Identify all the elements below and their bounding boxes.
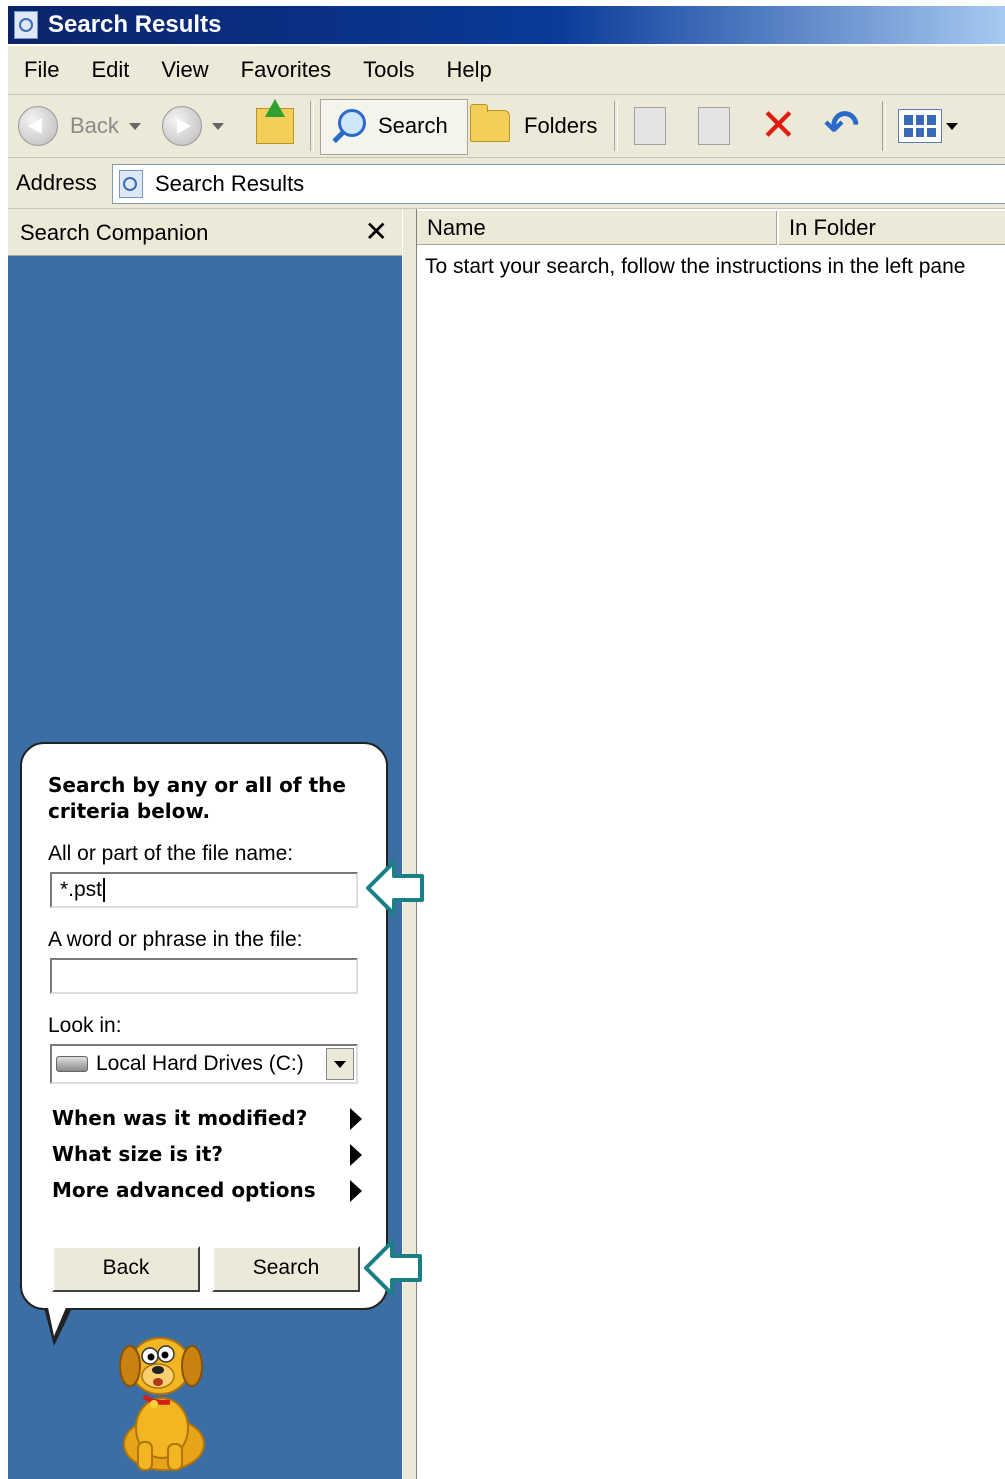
undo-icon: ↶ [824, 102, 860, 149]
search-companion-title: Search Companion [20, 220, 209, 245]
column-header-name[interactable]: Name [417, 211, 777, 245]
menu-view[interactable]: View [145, 57, 224, 83]
filename-label: All or part of the file name: [48, 842, 294, 865]
menu-bar: File Edit View Favorites Tools Help [8, 46, 1005, 95]
toolbar-separator [310, 101, 314, 151]
option-when-modified[interactable]: When was it modified? [52, 1106, 362, 1130]
move-to-icon [634, 107, 666, 145]
views-dropdown-icon[interactable] [946, 122, 958, 130]
back-dropdown-icon[interactable] [128, 122, 141, 130]
menu-help[interactable]: Help [431, 57, 508, 83]
column-header-in-folder[interactable]: In Folder [779, 211, 1005, 245]
views-icon [898, 109, 942, 143]
balloon-tail-fill [46, 1298, 70, 1336]
delete-button[interactable]: ✕ [760, 95, 797, 157]
results-instructions: To start your search, follow the instruc… [425, 255, 966, 278]
window-icon [14, 11, 38, 39]
option-what-size[interactable]: What size is it? [52, 1142, 362, 1166]
menu-file[interactable]: File [8, 57, 75, 83]
option-label: What size is it? [52, 1142, 223, 1166]
address-input[interactable]: Search Results [112, 164, 1005, 204]
drive-icon [56, 1056, 88, 1072]
callout-arrow-icon [366, 860, 424, 916]
back-arrow-icon [18, 106, 58, 146]
address-label: Address [16, 170, 97, 195]
results-pane: Name In Folder To start your search, fol… [416, 209, 1005, 1479]
forward-button[interactable] [162, 95, 224, 157]
title-bar: Search Results [8, 6, 1005, 44]
undo-button[interactable]: ↶ [824, 95, 859, 157]
folders-icon [470, 104, 510, 142]
views-button[interactable] [898, 95, 958, 157]
filename-input[interactable]: *.pst [50, 872, 358, 908]
callout-arrow-icon [364, 1240, 422, 1296]
copy-to-button[interactable] [698, 95, 730, 157]
expand-arrow-icon [350, 1180, 362, 1202]
phrase-label: A word or phrase in the file: [48, 928, 303, 951]
text-caret [103, 878, 106, 903]
window-title: Search Results [48, 11, 222, 38]
search-balloon: Search by any or all of the criteria bel… [20, 742, 388, 1310]
option-label: When was it modified? [52, 1106, 308, 1130]
address-bar: Address Search Results [8, 158, 1005, 209]
search-button[interactable]: Search [330, 95, 448, 157]
phrase-input[interactable] [50, 958, 358, 994]
delete-icon: ✕ [760, 101, 797, 150]
lookin-label: Look in: [48, 1014, 122, 1037]
up-folder-icon [256, 99, 294, 144]
search-companion-header: Search Companion ✕ [8, 209, 402, 256]
option-advanced[interactable]: More advanced options [52, 1178, 362, 1202]
menu-favorites[interactable]: Favorites [225, 57, 347, 83]
chevron-down-icon[interactable] [326, 1048, 354, 1080]
address-value: Search Results [155, 171, 305, 196]
back-label: Back [70, 113, 119, 138]
search-heading: Search by any or all of the criteria bel… [48, 773, 346, 823]
back-form-button[interactable]: Back [52, 1246, 200, 1292]
lookin-select[interactable]: Local Hard Drives (C:) [50, 1044, 358, 1084]
filename-value: *.pst [60, 878, 103, 901]
expand-arrow-icon [350, 1144, 362, 1166]
toolbar-separator [614, 101, 618, 151]
forward-dropdown-icon[interactable] [212, 122, 224, 130]
search-label: Search [378, 113, 448, 138]
option-label: More advanced options [52, 1178, 316, 1202]
copy-to-icon [698, 107, 730, 145]
page-icon [119, 170, 143, 198]
close-icon[interactable]: ✕ [365, 215, 388, 248]
dog-icon[interactable] [108, 1332, 218, 1472]
forward-arrow-icon [162, 106, 202, 146]
lookin-value: Local Hard Drives (C:) [96, 1052, 304, 1075]
folders-button[interactable]: Folders [470, 95, 597, 157]
back-button[interactable]: Back [18, 95, 141, 157]
toolbar-separator [882, 101, 886, 151]
menu-tools[interactable]: Tools [347, 57, 430, 83]
toolbar: Back Search Folders ✕ ↶ [8, 95, 1005, 158]
menu-edit[interactable]: Edit [75, 57, 145, 83]
folders-label: Folders [524, 113, 598, 138]
magnifier-icon [330, 109, 366, 144]
expand-arrow-icon [350, 1108, 362, 1130]
search-form-button[interactable]: Search [212, 1246, 360, 1292]
move-to-button[interactable] [634, 95, 666, 157]
up-button[interactable] [256, 95, 294, 157]
